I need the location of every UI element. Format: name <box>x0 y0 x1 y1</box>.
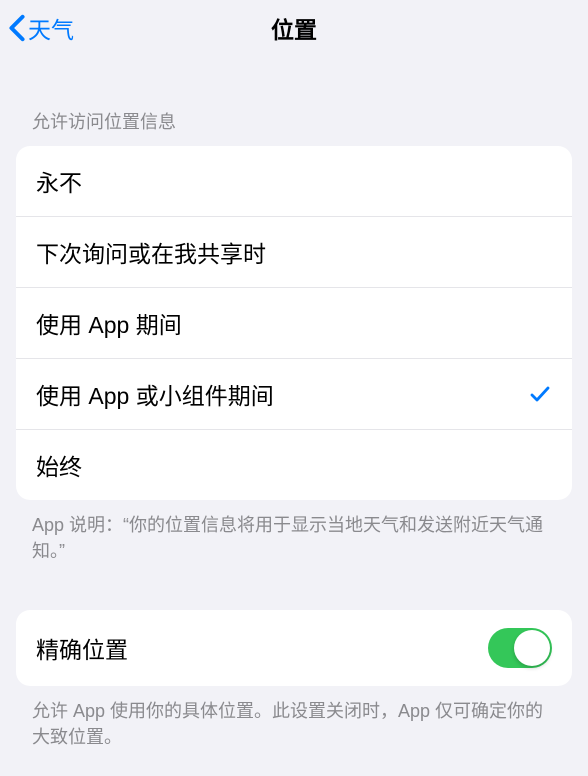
access-option-while-using[interactable]: 使用 App 期间 <box>16 287 572 358</box>
precise-location-toggle[interactable] <box>488 628 552 668</box>
chevron-left-icon <box>8 14 26 42</box>
access-section-header: 允许访问位置信息 <box>0 56 588 146</box>
toggle-knob <box>514 630 550 666</box>
precise-location-cell[interactable]: 精确位置 <box>16 610 572 686</box>
back-label: 天气 <box>28 11 74 45</box>
option-label: 使用 App 或小组件期间 <box>36 377 274 411</box>
access-option-always[interactable]: 始终 <box>16 429 572 500</box>
option-label: 使用 App 期间 <box>36 306 182 340</box>
precise-section-footer: 允许 App 使用你的具体位置。此设置关闭时，App 仅可确定你的大致位置。 <box>0 686 588 750</box>
navigation-bar: 天气 位置 <box>0 0 588 56</box>
option-label: 永不 <box>36 164 82 198</box>
access-option-ask-next-time[interactable]: 下次询问或在我共享时 <box>16 216 572 287</box>
access-options-group: 永不 下次询问或在我共享时 使用 App 期间 使用 App 或小组件期间 始终 <box>16 146 572 500</box>
option-label: 始终 <box>36 448 82 482</box>
access-option-while-using-or-widgets[interactable]: 使用 App 或小组件期间 <box>16 358 572 429</box>
precise-location-label: 精确位置 <box>36 631 128 665</box>
page-title: 位置 <box>271 11 317 45</box>
back-button[interactable]: 天气 <box>8 11 74 45</box>
precise-location-group: 精确位置 <box>16 610 572 686</box>
checkmark-icon <box>528 382 552 406</box>
access-option-never[interactable]: 永不 <box>16 146 572 216</box>
access-section-footer: App 说明：“你的位置信息将用于显示当地天气和发送附近天气通知。” <box>0 500 588 564</box>
option-label: 下次询问或在我共享时 <box>36 235 266 269</box>
